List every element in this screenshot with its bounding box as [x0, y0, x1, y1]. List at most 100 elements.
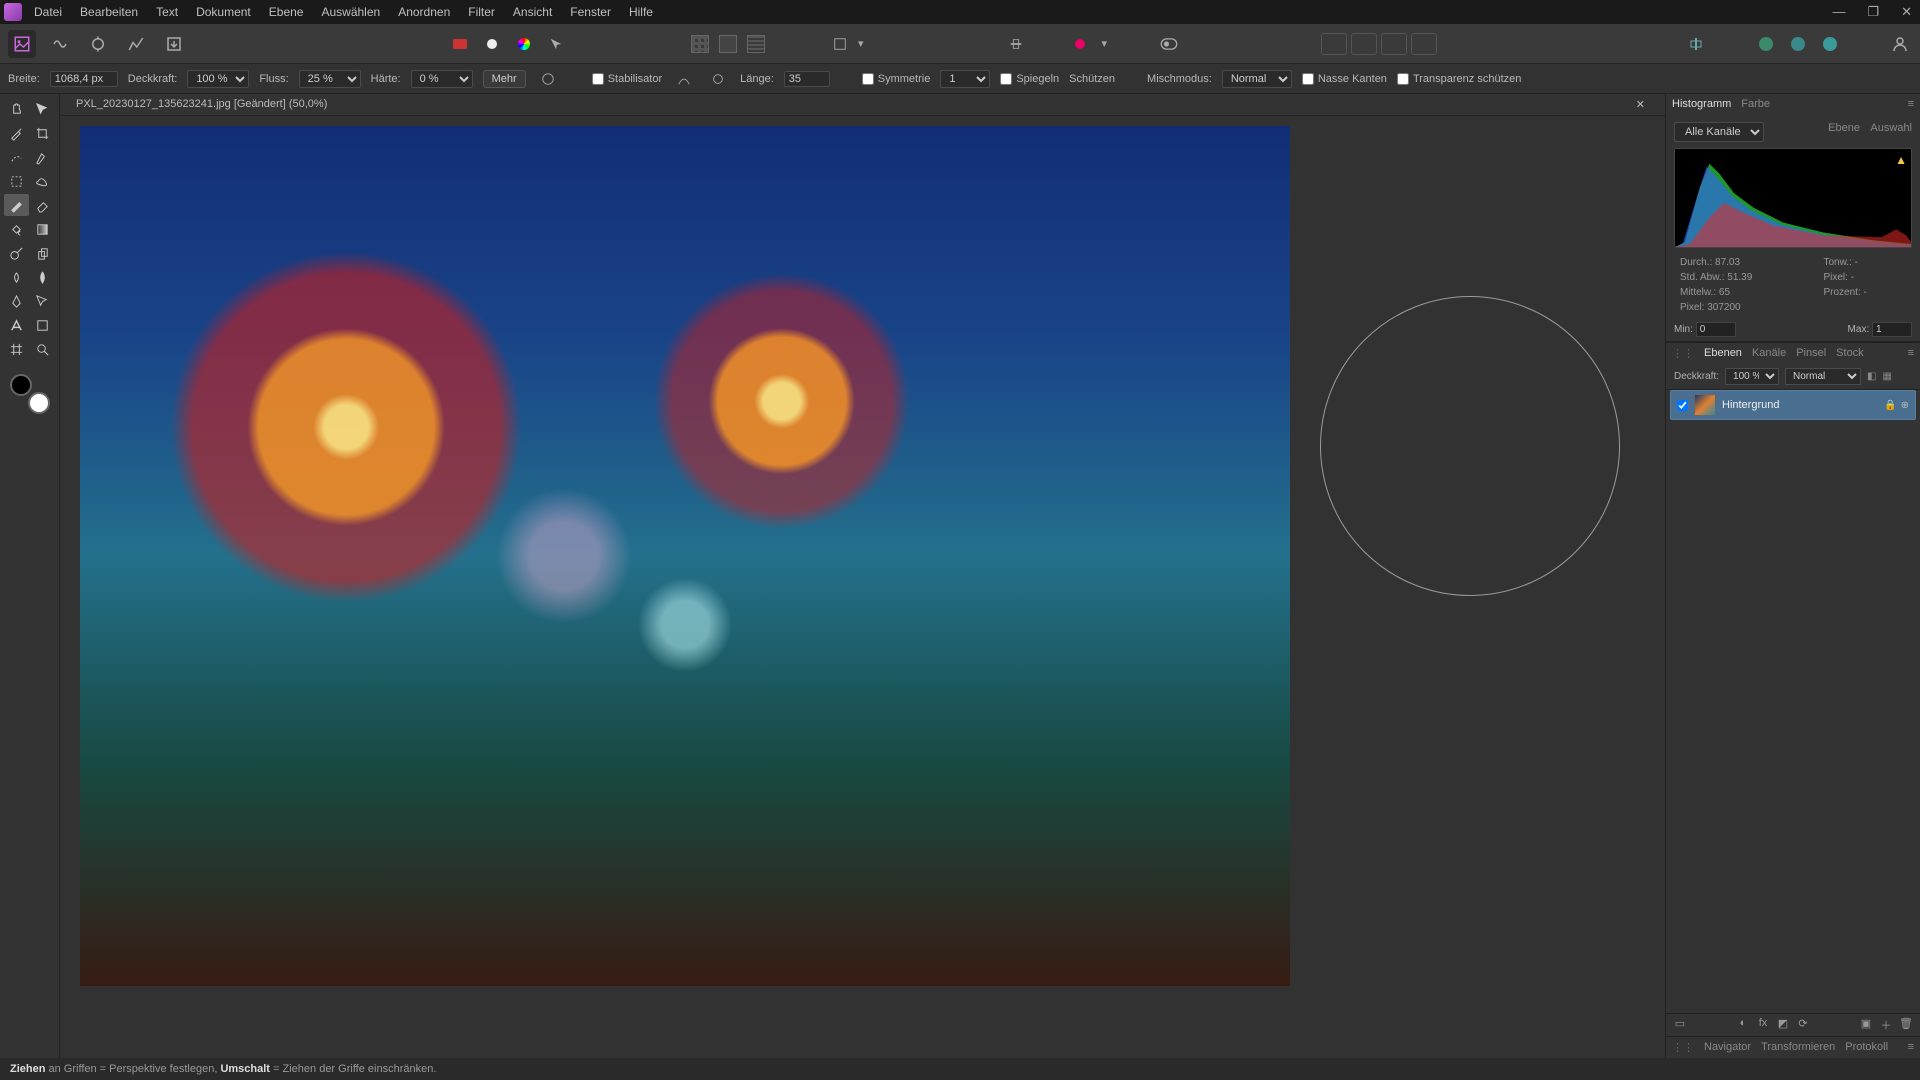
snapping-dropdown-icon[interactable]: ▾: [858, 37, 864, 50]
snap-grid-1-icon[interactable]: [688, 32, 712, 56]
text-tool-icon[interactable]: [4, 314, 29, 336]
layer-link-icon[interactable]: ⊕: [1901, 400, 1909, 411]
layer-name-label[interactable]: Hintergrund: [1722, 399, 1878, 411]
photo-persona-icon[interactable]: [8, 30, 36, 58]
move-tool-icon[interactable]: [31, 98, 56, 120]
assistant-toggle-icon[interactable]: [1157, 32, 1181, 56]
hardness-dropdown[interactable]: 0 %: [411, 70, 473, 88]
transform-tab[interactable]: Transformieren: [1761, 1041, 1835, 1054]
histogram-tab[interactable]: Histogramm: [1672, 98, 1731, 110]
canvas-viewport[interactable]: [60, 116, 1665, 1058]
brushes-tab[interactable]: Pinsel: [1796, 347, 1826, 360]
menu-file[interactable]: Datei: [34, 5, 62, 19]
fx-pink-icon[interactable]: [1068, 32, 1092, 56]
shape-tool-icon[interactable]: [31, 314, 56, 336]
fill-tool-icon[interactable]: [4, 218, 29, 240]
arrange-btn-2[interactable]: [1351, 33, 1377, 55]
sync-green-icon[interactable]: [1754, 32, 1778, 56]
canvas-image[interactable]: [80, 126, 1290, 986]
delete-layer-icon[interactable]: 🗑: [1898, 1017, 1914, 1033]
layers-panel-menu-icon[interactable]: ≡: [1908, 347, 1914, 360]
stabilizer-mode-2-icon[interactable]: [706, 67, 730, 91]
menu-layer[interactable]: Ebene: [269, 5, 304, 19]
flood-select-tool-icon[interactable]: [31, 146, 56, 168]
close-tab-icon[interactable]: ✕: [1636, 98, 1645, 111]
menu-arrange[interactable]: Anordnen: [398, 5, 450, 19]
node-tool-icon[interactable]: [31, 290, 56, 312]
hist-min-input[interactable]: [1696, 322, 1736, 337]
crop-tool-icon[interactable]: [31, 122, 56, 144]
freehand-selection-tool-icon[interactable]: [31, 170, 56, 192]
background-color[interactable]: [28, 392, 50, 414]
smudge-tool-icon[interactable]: [4, 266, 29, 288]
flow-dropdown[interactable]: 25 %: [299, 70, 361, 88]
align-panel-icon[interactable]: [1684, 32, 1708, 56]
stock-tab[interactable]: Stock: [1836, 347, 1864, 360]
navigator-tab[interactable]: Navigator: [1704, 1041, 1751, 1054]
arrange-btn-4[interactable]: [1411, 33, 1437, 55]
symmetry-checkbox[interactable]: [862, 73, 874, 85]
length-input[interactable]: [784, 71, 830, 87]
add-fx-icon[interactable]: fx: [1755, 1017, 1771, 1033]
menu-window[interactable]: Fenster: [570, 5, 611, 19]
selection-brush-tool-icon[interactable]: [4, 146, 29, 168]
selection-scope-button[interactable]: Auswahl: [1870, 122, 1912, 134]
add-mask-icon[interactable]: ◩: [1775, 1017, 1791, 1033]
blur-tool-icon[interactable]: [31, 266, 56, 288]
gradient-tool-icon[interactable]: [31, 218, 56, 240]
quick-mask-red-icon[interactable]: [448, 32, 472, 56]
grip-icon-2[interactable]: ⋮⋮: [1672, 1041, 1694, 1054]
export-persona-icon[interactable]: [160, 30, 188, 58]
stabilizer-checkbox[interactable]: [592, 73, 604, 85]
paint-brush-tool-icon[interactable]: [4, 194, 29, 216]
layer-extra-icon-2[interactable]: ▦: [1882, 371, 1891, 382]
opacity-dropdown[interactable]: 100 %: [187, 70, 249, 88]
dodge-tool-icon[interactable]: [4, 242, 29, 264]
marquee-tool-icon[interactable]: [4, 170, 29, 192]
brush-preset-icon[interactable]: [536, 67, 560, 91]
add-live-filter-icon[interactable]: ⟳: [1795, 1017, 1811, 1033]
arrange-btn-3[interactable]: [1381, 33, 1407, 55]
erase-brush-tool-icon[interactable]: [31, 194, 56, 216]
channels-tab[interactable]: Kanäle: [1752, 347, 1786, 360]
width-input[interactable]: [50, 71, 118, 87]
develop-persona-icon[interactable]: [84, 30, 112, 58]
layer-scope-button[interactable]: Ebene: [1828, 122, 1860, 134]
layer-item[interactable]: Hintergrund 🔒 ⊕: [1670, 390, 1916, 420]
menu-help[interactable]: Hilfe: [629, 5, 653, 19]
tone-mapping-persona-icon[interactable]: [122, 30, 150, 58]
layer-extra-icon-1[interactable]: ◧: [1867, 371, 1876, 382]
color-picker-tool-icon[interactable]: [4, 122, 29, 144]
sync-cyan-icon[interactable]: [1818, 32, 1842, 56]
add-adjustment-icon[interactable]: ◐: [1735, 1017, 1751, 1033]
protect-label[interactable]: Schützen: [1069, 73, 1115, 85]
more-button[interactable]: Mehr: [483, 70, 526, 88]
clone-tool-icon[interactable]: [31, 242, 56, 264]
close-button[interactable]: ✕: [1897, 4, 1916, 20]
zoom-tool-icon[interactable]: [31, 338, 56, 360]
snapping-toggle-icon[interactable]: [828, 32, 852, 56]
menu-select[interactable]: Auswählen: [321, 5, 380, 19]
layer-thumbnail[interactable]: [1694, 394, 1716, 416]
quick-mask-white-icon[interactable]: [480, 32, 504, 56]
alignment-icon[interactable]: [1004, 32, 1028, 56]
color-tab[interactable]: Farbe: [1741, 98, 1770, 110]
sync-teal-icon[interactable]: [1786, 32, 1810, 56]
hand-tool-icon[interactable]: [4, 98, 29, 120]
hist-max-input[interactable]: [1872, 322, 1912, 337]
wet-edges-checkbox[interactable]: [1302, 73, 1314, 85]
liquify-persona-icon[interactable]: [46, 30, 74, 58]
refine-selection-icon[interactable]: [544, 32, 568, 56]
menu-view[interactable]: Ansicht: [513, 5, 552, 19]
layer-lock-icon[interactable]: 🔒: [1884, 400, 1896, 411]
arrange-btn-1[interactable]: [1321, 33, 1347, 55]
document-tab[interactable]: PXL_20230127_135623241.jpg [Geändert] (5…: [68, 95, 1657, 114]
grip-icon[interactable]: ⋮⋮: [1672, 347, 1694, 360]
mirror-checkbox[interactable]: [1000, 73, 1012, 85]
bottom-panel-menu-icon[interactable]: ≡: [1908, 1041, 1914, 1054]
menu-edit[interactable]: Bearbeiten: [80, 5, 138, 19]
stabilizer-mode-1-icon[interactable]: [672, 67, 696, 91]
menu-document[interactable]: Dokument: [196, 5, 251, 19]
mesh-warp-tool-icon[interactable]: [4, 338, 29, 360]
group-layers-icon[interactable]: ▣: [1858, 1017, 1874, 1033]
